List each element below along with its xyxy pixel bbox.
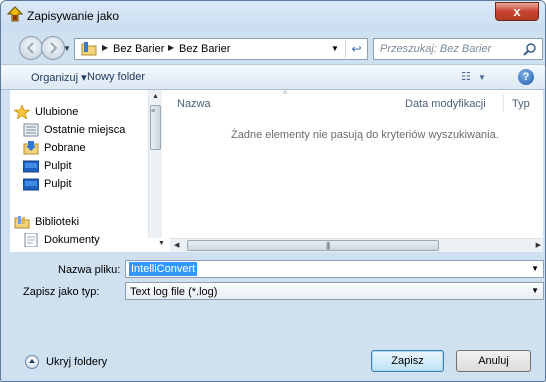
sidebar-item-label: Pulpit <box>44 160 72 172</box>
navigation-pane: Ulubione Ostatnie miejsca Pobrane Pulpit… <box>10 90 162 247</box>
change-view-button[interactable]: ☷ ▼ <box>461 70 486 83</box>
file-list[interactable]: Nazwa ^ Data modyfikacji Typ Żadne eleme… <box>167 89 543 238</box>
hide-folders-button[interactable]: Ukryj foldery <box>25 355 107 369</box>
filename-field[interactable]: IntelliConvert ▼ <box>125 260 544 278</box>
sidebar-item-pulpit[interactable]: Pulpit <box>23 158 72 174</box>
command-toolbar: Organizuj ▾ Nowy folder ☷ ▼ ? <box>1 64 545 90</box>
chevron-down-icon[interactable]: ▼ <box>531 286 539 295</box>
sidebar-item-label: Biblioteki <box>35 216 80 228</box>
address-dropdown-icon[interactable]: ▼ <box>331 44 339 53</box>
chevron-down-icon: ▼ <box>477 73 486 82</box>
column-header-type[interactable]: Typ <box>512 98 530 110</box>
search-placeholder: Przeszukaj: Bez Barier <box>380 43 492 55</box>
scroll-up-icon[interactable]: ▲ <box>152 93 159 100</box>
hide-folders-label: Ukryj foldery <box>46 356 108 368</box>
column-header-date-modified[interactable]: Data modyfikacji <box>405 98 486 110</box>
downloads-icon <box>23 141 39 155</box>
organize-button[interactable]: Organizuj ▾ <box>31 71 87 84</box>
sidebar-item-pobrane[interactable]: Pobrane <box>23 140 86 156</box>
save-dialog-icon <box>7 6 23 22</box>
sidebar-item-label: Pobrane <box>44 142 86 154</box>
sidebar-item-label: Ulubione <box>35 106 79 118</box>
empty-folder-message: Żadne elementy nie pasują do kryteriów w… <box>231 129 499 141</box>
close-button[interactable]: x <box>495 2 539 21</box>
breadcrumb-item[interactable]: Bez Barier <box>179 43 230 55</box>
refresh-icon: ↩ <box>351 42 362 56</box>
sidebar-item-label: Ostatnie miejsca <box>44 124 126 136</box>
forward-button[interactable] <box>41 36 65 60</box>
scrollbar-grip-icon: ||| <box>326 241 330 250</box>
chevron-down-icon[interactable]: ▼ <box>531 264 539 273</box>
sidebar-item-ulubione[interactable]: Ulubione <box>14 104 78 120</box>
save-as-dialog: Zapisywanie jako x ▼ ▶ Bez Barier ▶ Bez … <box>0 0 546 382</box>
back-arrow-icon <box>26 42 34 54</box>
search-icon[interactable] <box>523 42 537 56</box>
column-header-name[interactable]: Nazwa <box>177 98 211 110</box>
sidebar-item-pulpit[interactable]: Pulpit <box>23 176 72 192</box>
scrollbar-grip-icon: ≡ <box>151 108 156 115</box>
navigation-scroll-down[interactable]: ▼ <box>154 238 168 252</box>
filetype-select[interactable]: Text log file (*.log) ▼ <box>125 282 544 300</box>
filename-label: Nazwa pliku: <box>58 264 121 276</box>
window-title: Zapisywanie jako <box>27 9 120 23</box>
sort-indicator-icon: ^ <box>283 89 288 99</box>
cancel-button[interactable]: Anuluj <box>456 350 531 372</box>
filename-value[interactable]: IntelliConvert <box>129 262 198 276</box>
libraries-icon <box>14 216 30 229</box>
refresh-button[interactable]: ↩ <box>345 40 367 58</box>
breadcrumb-item[interactable]: Bez Barier <box>113 43 164 55</box>
horizontal-scrollbar[interactable]: ◀ ||| ▶ <box>170 238 543 252</box>
recent-places-icon <box>23 123 39 137</box>
sidebar-item-label: Dokumenty <box>44 234 100 246</box>
help-icon[interactable]: ? <box>518 69 534 85</box>
address-bar[interactable]: ▶ Bez Barier ▶ Bez Barier ▼ ↩ <box>74 38 368 60</box>
star-icon <box>14 105 30 119</box>
recent-pages-dropdown-icon[interactable]: ▼ <box>63 44 71 53</box>
desktop-icon <box>23 160 39 173</box>
filetype-label: Zapisz jako typ: <box>23 286 100 298</box>
collapse-icon <box>25 355 39 369</box>
new-folder-button[interactable]: Nowy folder <box>87 71 145 83</box>
scroll-left-icon[interactable]: ◀ <box>174 241 179 249</box>
breadcrumb-separator-icon[interactable]: ▶ <box>168 43 174 52</box>
title-bar: Zapisywanie jako x <box>1 1 545 31</box>
navigation-scrollbar[interactable]: ▲ ≡ <box>148 90 162 238</box>
browser-content: Ulubione Ostatnie miejsca Pobrane Pulpit… <box>10 89 543 252</box>
sidebar-item-label: Pulpit <box>44 178 72 190</box>
view-list-icon: ☷ <box>461 71 471 83</box>
filetype-value: Text log file (*.log) <box>130 286 218 298</box>
save-button[interactable]: Zapisz <box>371 350 444 372</box>
scroll-down-icon[interactable]: ▼ <box>158 240 165 247</box>
sidebar-item-ostatnie-miejsca[interactable]: Ostatnie miejsca <box>23 122 125 138</box>
breadcrumb-separator-icon[interactable]: ▶ <box>102 43 108 52</box>
search-input[interactable]: Przeszukaj: Bez Barier <box>373 38 543 60</box>
back-button[interactable] <box>19 36 43 60</box>
desktop-icon <box>23 178 39 191</box>
forward-arrow-icon <box>50 42 58 54</box>
scroll-right-icon[interactable]: ▶ <box>536 241 541 249</box>
scrollbar-thumb[interactable]: ||| <box>187 240 439 251</box>
navigation-bar: ▼ ▶ Bez Barier ▶ Bez Barier ▼ ↩ Przeszuk… <box>1 34 545 62</box>
sidebar-item-biblioteki[interactable]: Biblioteki <box>14 214 79 230</box>
folder-icon <box>81 42 97 56</box>
documents-icon <box>24 233 38 247</box>
column-divider[interactable] <box>503 94 504 112</box>
sidebar-item-dokumenty[interactable]: Dokumenty <box>23 232 100 248</box>
